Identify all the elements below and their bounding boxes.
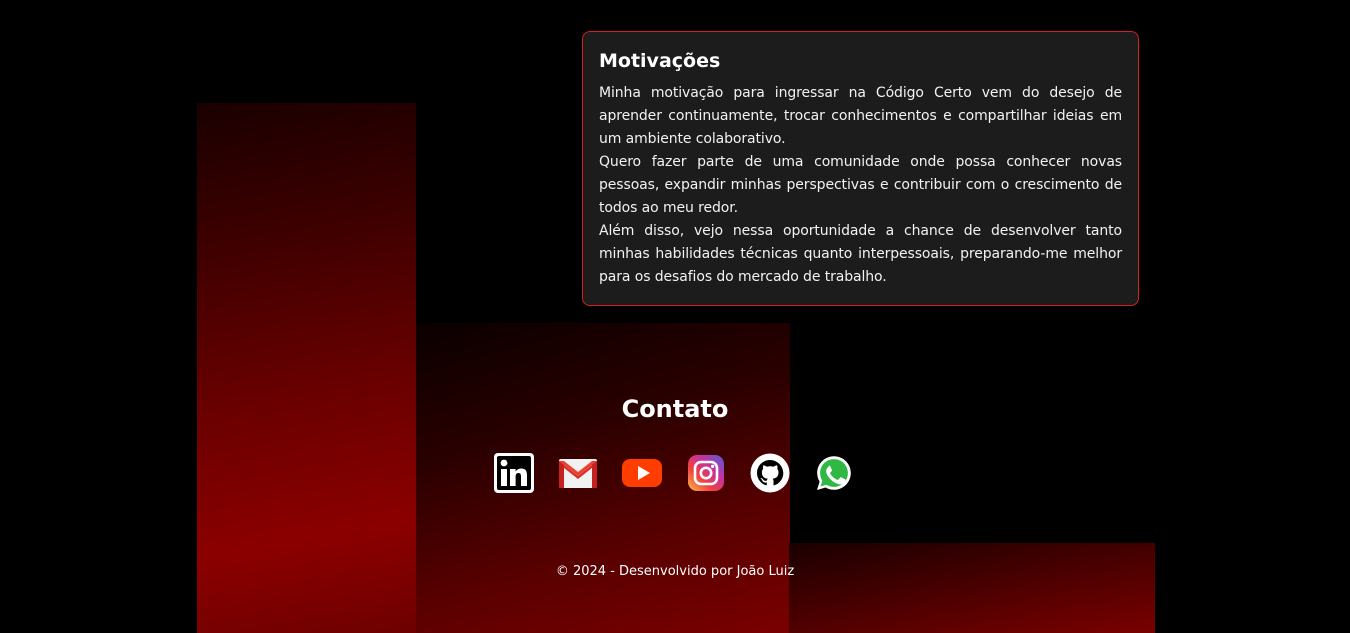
background-red-column-right <box>789 543 1155 633</box>
motivations-paragraph: Além disso, vejo nessa oportunidade a ch… <box>599 223 1122 285</box>
contact-title: Contato <box>621 395 729 423</box>
youtube-icon <box>622 459 662 487</box>
linkedin-icon <box>494 453 534 493</box>
motivations-paragraph: Minha motivação para ingressar na Código… <box>599 85 1122 147</box>
page: Motivações Minha motivação para ingressa… <box>0 0 1350 633</box>
motivations-title: Motivações <box>599 50 721 72</box>
gmail-link[interactable] <box>557 452 599 494</box>
whatsapp-link[interactable] <box>813 452 855 494</box>
github-icon <box>750 453 790 493</box>
footer-copyright: © 2024 - Desenvolvido por João Luiz <box>555 564 795 579</box>
social-links <box>493 452 855 494</box>
linkedin-link[interactable] <box>493 452 535 494</box>
youtube-link[interactable] <box>621 452 663 494</box>
instagram-link[interactable] <box>685 452 727 494</box>
background-red-column-left <box>197 103 416 633</box>
whatsapp-icon <box>817 456 851 490</box>
gmail-icon <box>559 459 597 488</box>
motivations-card: Motivações Minha motivação para ingressa… <box>582 31 1139 306</box>
instagram-icon <box>688 455 724 491</box>
motivations-paragraph: Quero fazer parte de uma comunidade onde… <box>599 154 1122 216</box>
github-link[interactable] <box>749 452 791 494</box>
